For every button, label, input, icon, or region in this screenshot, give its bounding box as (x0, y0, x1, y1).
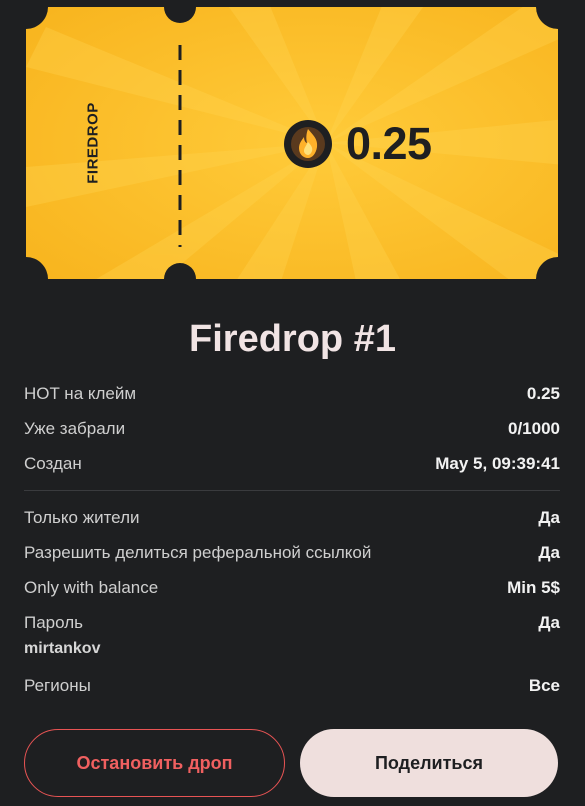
condition-row-balance: Only with balance Min 5$ (24, 576, 560, 600)
condition-label: Only with balance (24, 578, 159, 597)
ticket-amount-value: 0.25 (346, 118, 432, 169)
detail-label: Уже забрали (24, 419, 126, 438)
condition-row-regions: Регионы Все (24, 674, 560, 698)
detail-value: 0.25 (526, 384, 560, 403)
firedrop-details-screen: FIREDROP 0.25 Firedrop #1 HOT на клейм 0… (0, 0, 585, 806)
condition-label: Регионы (24, 676, 91, 695)
hot-flame-coin-icon (284, 120, 332, 168)
condition-label: Только жители (24, 508, 140, 527)
page-title: Firedrop #1 (189, 318, 396, 360)
firedrop-ticket: FIREDROP 0.25 (26, 7, 558, 279)
condition-label: Разрешить делиться реферальной ссылкой (24, 543, 372, 562)
condition-row-password: Пароль Да (24, 611, 560, 635)
detail-label: HOT на клейм (24, 384, 137, 403)
condition-value: Да (538, 543, 560, 562)
detail-value: May 5, 09:39:41 (435, 454, 560, 473)
condition-value: Да (538, 508, 560, 527)
ticket-brand-label: FIREDROP (84, 102, 102, 184)
stop-drop-button[interactable]: Остановить дроп (24, 729, 285, 797)
password-value: mirtankov (24, 640, 101, 657)
ticket-amount: 0.25 (284, 118, 432, 169)
condition-value: Min 5$ (507, 578, 560, 597)
detail-row-created: Создан May 5, 09:39:41 (24, 452, 560, 476)
detail-row-claimed: Уже забрали 0/1000 (24, 417, 560, 441)
condition-label: Пароль (24, 613, 83, 632)
detail-row-hot-claim: HOT на клейм 0.25 (24, 382, 560, 406)
share-button[interactable]: Поделиться (300, 729, 558, 797)
condition-value: Все (528, 676, 560, 695)
condition-value: Да (538, 613, 560, 632)
condition-row-referral-share: Разрешить делиться реферальной ссылкой Д… (24, 541, 560, 565)
section-divider (24, 490, 560, 491)
detail-value: 0/1000 (508, 419, 560, 438)
detail-label: Создан (24, 454, 82, 473)
condition-row-residents-only: Только жители Да (24, 506, 560, 530)
